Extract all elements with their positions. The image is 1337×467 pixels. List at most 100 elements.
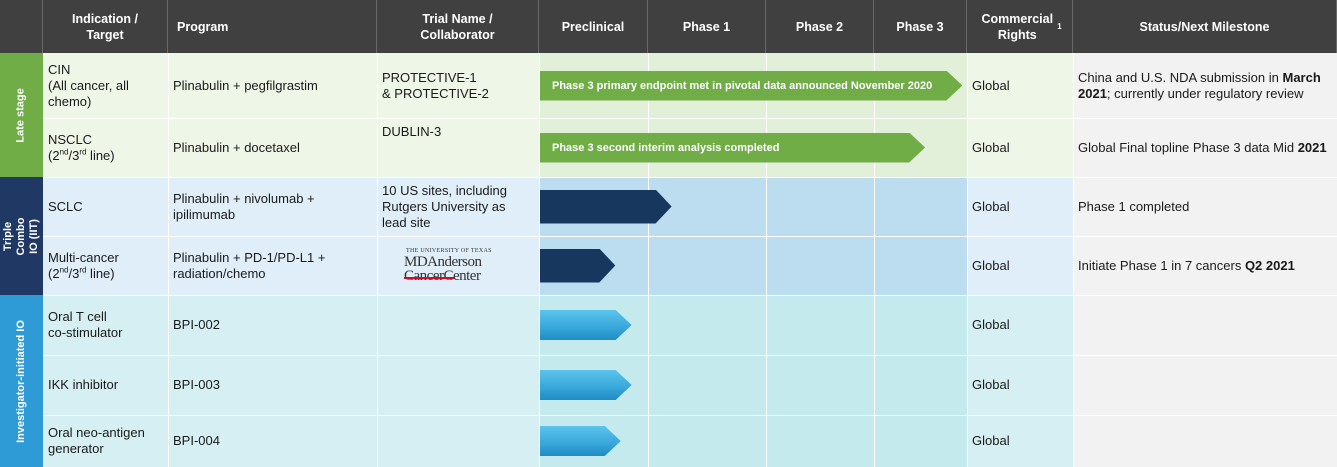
section-label-text: Late stage <box>15 87 28 143</box>
indication-line: Oral T cell <box>48 309 107 324</box>
section-label-investigator-initiated-io: Investigator-initiated IO <box>0 295 43 467</box>
section-label-text: Investigator-initiated IO <box>15 319 28 443</box>
commercial-rights-text: Global <box>972 433 1010 448</box>
indication-line: co-stimulator <box>48 325 123 340</box>
indication-cell: Oral neo-antigen generator <box>43 415 168 467</box>
status-emphasis: Q2 2021 <box>1244 257 1295 273</box>
indication-line: CIN <box>48 61 71 77</box>
commercial-rights-cell: Global <box>967 236 1073 295</box>
status-fragment: China and U.S. NDA submission in <box>1078 69 1283 85</box>
commercial-rights-text: Global <box>972 77 1010 93</box>
column-header-status: Status/Next Milestone <box>1073 0 1337 53</box>
indication-line: SCLC <box>48 198 83 214</box>
grid-divider <box>539 53 540 467</box>
progress-arrow: Phase 3 primary endpoint met in pivotal … <box>540 71 962 101</box>
program-cell: Plinabulin + PD-1/PD-L1 + radiation/chem… <box>168 236 377 295</box>
column-header-preclinical: Preclinical <box>539 0 648 53</box>
header-corner <box>0 0 43 53</box>
indication-line: generator <box>48 441 104 456</box>
indication-text: CIN (All cancer, all chemo) <box>48 62 129 110</box>
grid-divider <box>874 53 875 467</box>
status-fragment: Global Final topline Phase 3 data Mid <box>1078 139 1298 155</box>
trial-cell <box>377 415 539 467</box>
program-text: BPI-002 <box>173 317 220 332</box>
indication-cell: Oral T cell co-stimulator <box>43 295 168 355</box>
indication-line: chemo) <box>48 93 92 109</box>
pipeline-table: Indication / Target Program Trial Name / C… <box>0 0 1337 467</box>
md-anderson-logo: THE UNIVERSITY OF TEXAS MDAnderson CancerC… <box>404 248 504 284</box>
status-text: China and U.S. NDA submission in March 2… <box>1078 70 1328 102</box>
trial-cell: DUBLIN-3 <box>377 118 539 177</box>
program-cell: Plinabulin + nivolumab + ipilimumab <box>168 177 377 236</box>
status-cell: Initiate Phase 1 in 7 cancers Q2 2021 <box>1073 236 1337 295</box>
status-text: Phase 1 completed <box>1078 199 1189 215</box>
indication-line: IKK inhibitor <box>48 377 119 392</box>
column-header-label: Status/Next Milestone <box>1139 19 1270 34</box>
trial-line: 10 US sites, including <box>382 182 508 198</box>
trial-cell: PROTECTIVE-1 & PROTECTIVE-2 <box>377 53 539 118</box>
indication-cell: SCLC <box>43 177 168 236</box>
program-text: BPI-004 <box>173 433 220 448</box>
trial-line: DUBLIN-3 <box>382 124 442 139</box>
indication-text: Oral neo-antigen generator <box>48 425 145 457</box>
trial-text: 10 US sites, including Rutgers University… <box>382 183 507 231</box>
status-cell: China and U.S. NDA submission in March 2… <box>1073 53 1337 118</box>
status-text: Global Final topline Phase 3 data Mid 20… <box>1078 140 1327 156</box>
indication-cell: Multi-cancer (2nd/3rd line) <box>43 236 168 295</box>
program-text: Plinabulin + nivolumab + ipilimumab <box>173 190 315 222</box>
status-cell <box>1073 355 1337 415</box>
column-header-label: Phase 3 <box>896 19 944 34</box>
program-cell: BPI-004 <box>168 415 377 467</box>
status-fragment: Phase 1 completed <box>1078 198 1190 214</box>
column-header-rights: Commercial Rights 1 <box>967 0 1073 53</box>
commercial-rights-text: Global <box>972 377 1010 392</box>
column-header-trial: Trial Name / Collaborator <box>377 0 539 53</box>
trial-text: PROTECTIVE-1 & PROTECTIVE-2 <box>382 70 489 102</box>
column-header-label: Commercial Rights <box>981 11 1054 42</box>
program-text: Plinabulin + docetaxel <box>173 139 300 155</box>
commercial-rights-text: Global <box>972 257 1010 273</box>
indication-line: Oral neo-antigen <box>48 425 145 440</box>
progress-arrow <box>540 310 632 340</box>
column-header-label: Preclinical <box>561 19 625 34</box>
commercial-rights-cell: Global <box>967 415 1073 467</box>
progress-arrow-label: Phase 3 primary endpoint met in pivotal … <box>552 79 933 92</box>
status-cell: Global Final topline Phase 3 data Mid 20… <box>1073 118 1337 177</box>
trial-text: DUBLIN-3 <box>382 124 441 140</box>
commercial-rights-cell: Global <box>967 53 1073 118</box>
program-text: BPI-003 <box>173 377 220 392</box>
indication-cell: NSCLC (2nd/3rd line) <box>43 118 168 177</box>
commercial-rights-text: Global <box>972 198 1010 214</box>
progress-arrow <box>540 370 632 400</box>
indication-text: Multi-cancer (2nd/3rd line) <box>48 249 119 281</box>
column-header-phase3: Phase 3 <box>874 0 967 53</box>
commercial-rights-cell: Global <box>967 177 1073 236</box>
column-header-label: Indication / Target <box>72 11 138 42</box>
grid-divider <box>766 53 767 467</box>
column-header-label: Phase 2 <box>795 19 844 34</box>
status-text: Initiate Phase 1 in 7 cancers Q2 2021 <box>1078 258 1295 274</box>
program-cell: BPI-002 <box>168 295 377 355</box>
program-cell: Plinabulin + pegfilgrastim <box>168 53 377 118</box>
logo-strike-mark <box>404 277 454 279</box>
trial-cell <box>377 295 539 355</box>
progress-arrow <box>540 426 621 456</box>
column-header-label: Trial Name / Collaborator <box>420 11 495 42</box>
indication-text: Oral T cell co-stimulator <box>48 309 122 341</box>
grid-divider <box>648 53 649 467</box>
status-emphasis: 2021 <box>1297 139 1327 155</box>
program-text: Plinabulin + PD-1/PD-L1 + radiation/chem… <box>173 249 326 281</box>
trial-line: Rutgers University as <box>382 198 506 214</box>
progress-arrow <box>540 190 672 224</box>
status-cell <box>1073 295 1337 355</box>
indication-text: NSCLC (2nd/3rd line) <box>48 131 115 163</box>
column-header-phase1: Phase 1 <box>648 0 766 53</box>
trial-cell <box>377 355 539 415</box>
indication-cell: IKK inhibitor <box>43 355 168 415</box>
trial-cell: 10 US sites, including Rutgers University… <box>377 177 539 236</box>
trial-line: lead site <box>382 214 431 230</box>
commercial-rights-text: Global <box>972 317 1010 332</box>
trial-line: PROTECTIVE-1 <box>382 69 477 85</box>
section-label-text: Triple Combo IO (IIT) <box>2 217 40 255</box>
program-text: Plinabulin + pegfilgrastim <box>173 77 318 93</box>
